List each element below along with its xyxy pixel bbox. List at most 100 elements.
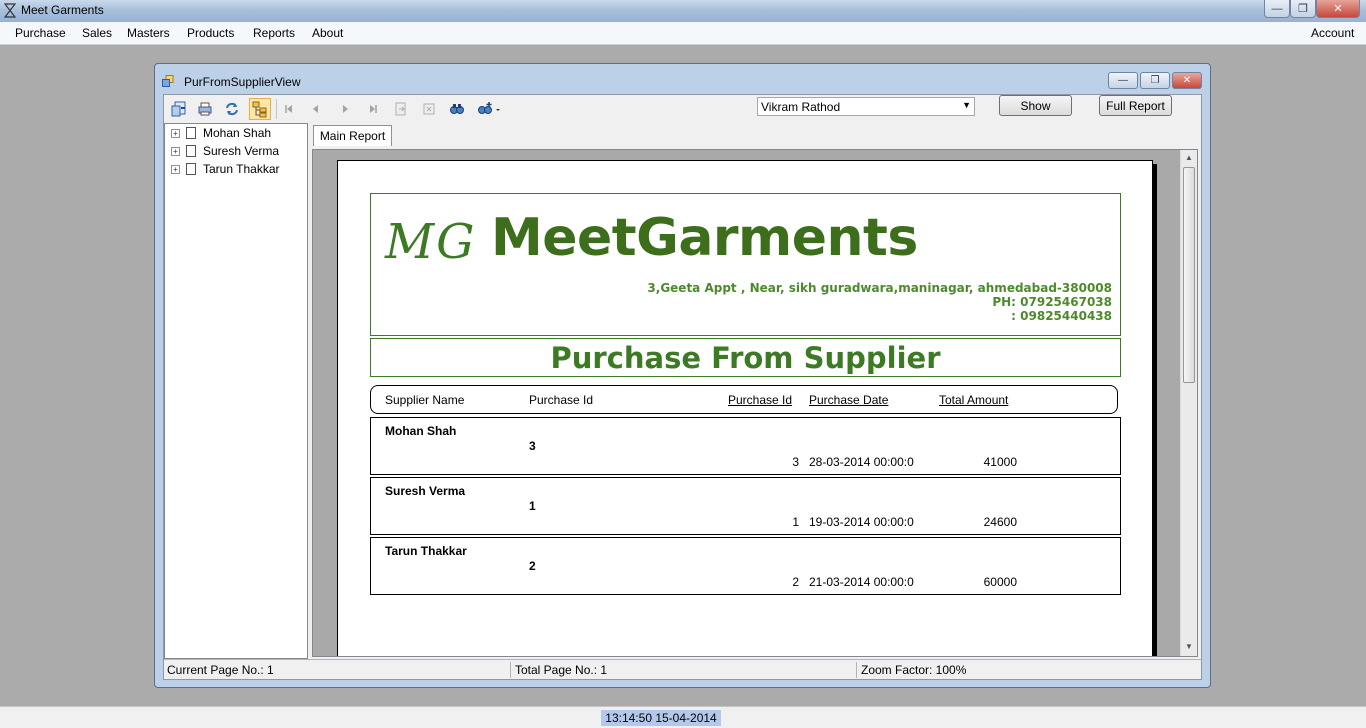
child-minimize-button[interactable]: — — [1108, 72, 1138, 89]
restore-button[interactable]: ❐ — [1290, 0, 1316, 18]
row-purchase-id: 3 — [792, 455, 799, 469]
report-title-box: Purchase From Supplier — [370, 338, 1121, 377]
zoom-status: Zoom Factor: 100% — [861, 663, 967, 677]
toolbar-separator — [276, 99, 277, 119]
row-purchase-date: 19-03-2014 00:00:0 — [809, 515, 914, 529]
row-total-amount: 24600 — [983, 515, 1017, 529]
next-page-icon[interactable] — [334, 98, 356, 120]
group-tree: + Mohan Shah + Suresh Verma + Tarun Thak… — [164, 123, 308, 659]
child-close-button[interactable]: ✕ — [1172, 72, 1202, 89]
row-purchase-date: 28-03-2014 00:00:0 — [809, 455, 914, 469]
menu-reports[interactable]: Reports — [253, 26, 295, 40]
menubar: Purchase Sales Masters Products Reports … — [0, 22, 1366, 45]
supplier-select[interactable]: Vikram Rathod ▼ — [757, 97, 975, 116]
child-restore-button[interactable]: ❐ — [1140, 72, 1170, 89]
col-total-amount: Total Amount — [939, 393, 1009, 407]
scroll-thumb[interactable] — [1183, 167, 1195, 383]
print-icon[interactable] — [194, 98, 216, 120]
show-button[interactable]: Show — [999, 95, 1072, 116]
menu-sales[interactable]: Sales — [82, 26, 112, 40]
report-group: Suresh Verma 1 1 19-03-2014 00:00:0 2460… — [370, 477, 1121, 535]
window-controls: — ❐ ✕ — [1264, 0, 1360, 18]
group-purchase-id: 3 — [529, 439, 536, 453]
vertical-scrollbar[interactable]: ▲ ▼ — [1180, 150, 1197, 656]
toggle-tree-icon[interactable] — [249, 98, 271, 120]
child-title: PurFromSupplierView — [184, 75, 301, 89]
row-total-amount: 41000 — [983, 455, 1017, 469]
tree-item-label: Tarun Thakkar — [203, 162, 280, 176]
company-address: 3,Geeta Appt , Near, sikh guradwara,mani… — [647, 281, 1112, 295]
tree-item[interactable]: + Tarun Thakkar — [171, 160, 279, 178]
row-purchase-id: 2 — [792, 575, 799, 589]
last-page-icon[interactable] — [362, 98, 384, 120]
document-icon — [186, 127, 196, 139]
current-page-status: Current Page No.: 1 — [167, 663, 274, 677]
col-supplier-name: Supplier Name — [385, 393, 465, 407]
app-titlebar: Meet Garments — ❐ ✕ — [0, 0, 1366, 22]
bottom-statusbar: 13:14:50 15-04-2014 — [0, 706, 1366, 728]
supplier-select-value: Vikram Rathod — [761, 100, 841, 114]
goto-page-icon[interactable] — [390, 98, 412, 120]
col-purchase-id-group: Purchase Id — [529, 393, 594, 407]
group-supplier-name: Suresh Verma — [385, 484, 466, 498]
first-page-icon[interactable] — [278, 98, 300, 120]
col-purchase-id: Purchase Id — [728, 393, 793, 407]
scroll-up-icon[interactable]: ▲ — [1185, 153, 1193, 162]
full-report-button[interactable]: Full Report — [1099, 95, 1172, 116]
menu-about[interactable]: About — [312, 26, 343, 40]
group-purchase-id: 1 — [529, 499, 536, 513]
expand-icon[interactable]: + — [171, 146, 180, 156]
document-icon — [186, 163, 196, 175]
menu-products[interactable]: Products — [187, 26, 234, 40]
tab-main-report[interactable]: Main Report — [313, 125, 392, 146]
report-header: MG MeetGarments 3,Geeta Appt , Near, sik… — [370, 193, 1121, 336]
hourglass-icon — [4, 3, 16, 18]
menu-account[interactable]: Account — [1311, 26, 1354, 40]
tree-item[interactable]: + Suresh Verma — [171, 142, 279, 160]
export-icon[interactable] — [168, 98, 190, 120]
close-button[interactable]: ✕ — [1316, 0, 1360, 18]
child-window-controls: — ❐ ✕ — [1108, 72, 1202, 89]
document-icon — [186, 145, 196, 157]
chevron-down-icon[interactable]: ▼ — [962, 100, 971, 110]
expand-icon[interactable]: + — [171, 164, 180, 174]
tree-item-label: Mohan Shah — [203, 126, 272, 140]
col-purchase-date: Purchase Date — [809, 393, 889, 407]
zoom-icon[interactable] — [474, 98, 504, 120]
group-purchase-id: 2 — [529, 559, 536, 573]
report-viewer: Vikram Rathod ▼ Show Full Report + Mohan… — [163, 94, 1202, 680]
report-group: Tarun Thakkar 2 2 21-03-2014 00:00:0 600… — [370, 537, 1121, 595]
refresh-icon[interactable] — [221, 98, 243, 120]
row-purchase-date: 21-03-2014 00:00:0 — [809, 575, 914, 589]
row-total-amount: 60000 — [983, 575, 1017, 589]
minimize-button[interactable]: — — [1264, 0, 1290, 18]
menu-purchase[interactable]: Purchase — [15, 26, 66, 40]
tree-item-label: Suresh Verma — [203, 144, 280, 158]
status-divider — [510, 662, 511, 678]
app-title: Meet Garments — [21, 3, 104, 17]
report-group: Mohan Shah 3 3 28-03-2014 00:00:0 41000 — [370, 417, 1121, 475]
company-phone: PH: 07925467038 — [992, 295, 1112, 309]
group-supplier-name: Mohan Shah — [385, 424, 457, 438]
window-icon — [162, 75, 174, 87]
page-shadow — [1153, 164, 1157, 656]
total-page-status: Total Page No.: 1 — [515, 663, 608, 677]
group-supplier-name: Tarun Thakkar — [385, 544, 467, 558]
row-purchase-id: 1 — [792, 515, 799, 529]
scroll-down-icon[interactable]: ▼ — [1185, 642, 1193, 651]
company-phone-2: : 09825440438 — [1011, 309, 1112, 323]
tree-item[interactable]: + Mohan Shah — [171, 124, 271, 142]
search-icon[interactable] — [446, 98, 468, 120]
company-name: MeetGarments — [491, 208, 918, 268]
stop-icon[interactable] — [418, 98, 440, 120]
previous-page-icon[interactable] — [305, 98, 327, 120]
menu-masters[interactable]: Masters — [127, 26, 170, 40]
report-page: MG MeetGarments 3,Geeta Appt , Near, sik… — [337, 160, 1153, 656]
column-header: Supplier Name Purchase Id Purchase Id Pu… — [370, 385, 1118, 414]
viewer-toolbar: Vikram Rathod ▼ Show Full Report — [164, 95, 1201, 123]
child-window: PurFromSupplierView — ❐ ✕ Vikram Rathod … — [154, 63, 1211, 688]
report-title: Purchase From Supplier — [550, 340, 941, 375]
status-divider — [856, 662, 857, 678]
clock: 13:14:50 15-04-2014 — [601, 710, 721, 726]
expand-icon[interactable]: + — [171, 128, 180, 138]
